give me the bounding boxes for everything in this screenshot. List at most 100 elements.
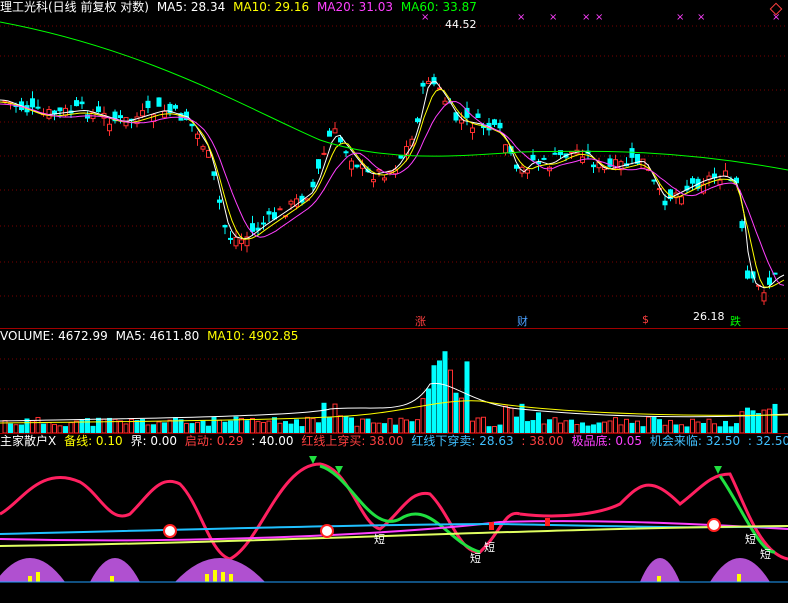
volume-bar xyxy=(349,417,354,433)
candle-body xyxy=(266,211,272,215)
signal-circle xyxy=(163,524,177,538)
tag-dollar: $ xyxy=(642,313,649,326)
candle-body xyxy=(739,221,745,229)
volume-bar xyxy=(365,418,371,433)
volume-bar xyxy=(2,420,8,433)
top-marker: × xyxy=(517,12,525,23)
candle-body xyxy=(96,106,101,113)
volume-bar xyxy=(679,424,684,433)
candle-body xyxy=(442,100,448,105)
volume-bar xyxy=(745,407,750,433)
candle-body xyxy=(250,223,255,232)
top-marker: × xyxy=(582,12,590,23)
volume-bar xyxy=(409,421,415,433)
candle-body xyxy=(426,80,431,84)
volume-bar xyxy=(272,417,277,433)
candle-body xyxy=(189,123,195,127)
volume-bar xyxy=(382,423,387,433)
candle-body xyxy=(200,146,206,150)
volume-bar xyxy=(563,420,569,433)
yellow-bar xyxy=(205,574,209,582)
volume-bar xyxy=(646,416,651,433)
top-marker: × xyxy=(676,12,684,23)
price-chart[interactable]: × × × × × × × × xyxy=(0,0,788,328)
volume-bar xyxy=(156,421,162,433)
down-arrow xyxy=(714,466,722,474)
volume-bar xyxy=(145,424,151,433)
volume-bar xyxy=(453,392,459,433)
volume-bar xyxy=(415,419,420,433)
ma20-line xyxy=(0,101,785,286)
volume-bar xyxy=(712,423,717,433)
volume-bar xyxy=(662,424,668,433)
volume-bar xyxy=(591,424,596,433)
signal-circle xyxy=(707,518,721,532)
volume-bar xyxy=(690,418,695,433)
volume-bar xyxy=(470,420,475,433)
volume-pane[interactable]: VOLUME: 4672.99 MA5: 4611.80 MA10: 4902.… xyxy=(0,329,788,433)
candle-body xyxy=(492,119,497,125)
volume-bar xyxy=(68,422,74,433)
volume-bar xyxy=(624,418,629,433)
volume-bar xyxy=(530,420,536,433)
tag-cai: 财 xyxy=(517,315,528,328)
volume-bar xyxy=(569,419,574,433)
indicator-pane[interactable]: 主家散户X 备线: 0.10 界: 0.00 启动: 0.29 : 40.00 … xyxy=(0,434,788,603)
candle-body xyxy=(431,77,437,85)
volume-bar xyxy=(101,418,107,433)
candle-body xyxy=(591,164,596,168)
volume-bar xyxy=(525,421,530,433)
price-pane[interactable]: 理工光科(日线 前复权 对数) MA5: 28.34 MA10: 29.16 M… xyxy=(0,0,788,328)
vol-ma10-line xyxy=(0,400,788,424)
yellow-bar xyxy=(657,576,661,582)
volume-bar xyxy=(46,422,52,433)
candle-body xyxy=(761,292,767,302)
candle-body xyxy=(349,160,354,170)
candle-body xyxy=(288,200,294,205)
volume-bar xyxy=(107,417,112,433)
candle-body xyxy=(679,196,684,205)
volume-chart[interactable] xyxy=(0,329,788,433)
volume-bar xyxy=(431,365,437,433)
candle-body xyxy=(767,277,772,285)
low-label: 26.18 xyxy=(693,310,725,323)
volume-bar xyxy=(200,420,206,433)
tag-zhang: 涨 xyxy=(415,315,426,328)
volume-bar xyxy=(756,413,761,433)
volume-bar xyxy=(734,423,739,433)
indicator-chart[interactable] xyxy=(0,434,788,603)
candle-body xyxy=(74,100,79,107)
volume-bar xyxy=(393,424,398,433)
yellow-bar xyxy=(737,574,741,582)
tag-die: 跌 xyxy=(730,315,741,328)
vol-ma5-line xyxy=(0,382,788,422)
candle-body xyxy=(233,236,239,247)
volume-bar xyxy=(585,425,591,433)
volume-bar xyxy=(85,418,90,433)
volume-bar xyxy=(250,417,255,433)
top-marker: × xyxy=(549,12,557,23)
volume-bar xyxy=(123,423,129,433)
volume-bar xyxy=(195,421,200,433)
volume-bar xyxy=(503,405,508,433)
volume-bar xyxy=(723,420,728,433)
candle-body xyxy=(30,98,35,108)
candle-body xyxy=(195,133,200,139)
volume-bar xyxy=(695,421,701,433)
candle-body xyxy=(332,128,338,134)
candle-body xyxy=(640,158,646,169)
candle-body xyxy=(569,151,574,154)
volume-bar xyxy=(189,423,195,433)
volume-bar xyxy=(57,425,63,433)
volume-bar xyxy=(772,403,778,433)
volume-bar xyxy=(574,424,580,433)
volume-bar xyxy=(508,407,514,433)
candle-body xyxy=(222,224,228,228)
volume-bar xyxy=(52,423,57,433)
volume-bar xyxy=(767,408,772,433)
candle-body xyxy=(497,122,503,129)
candle-body xyxy=(173,105,178,109)
volume-bar xyxy=(371,422,376,433)
volume-bar xyxy=(354,425,360,433)
candle-body xyxy=(57,107,63,112)
